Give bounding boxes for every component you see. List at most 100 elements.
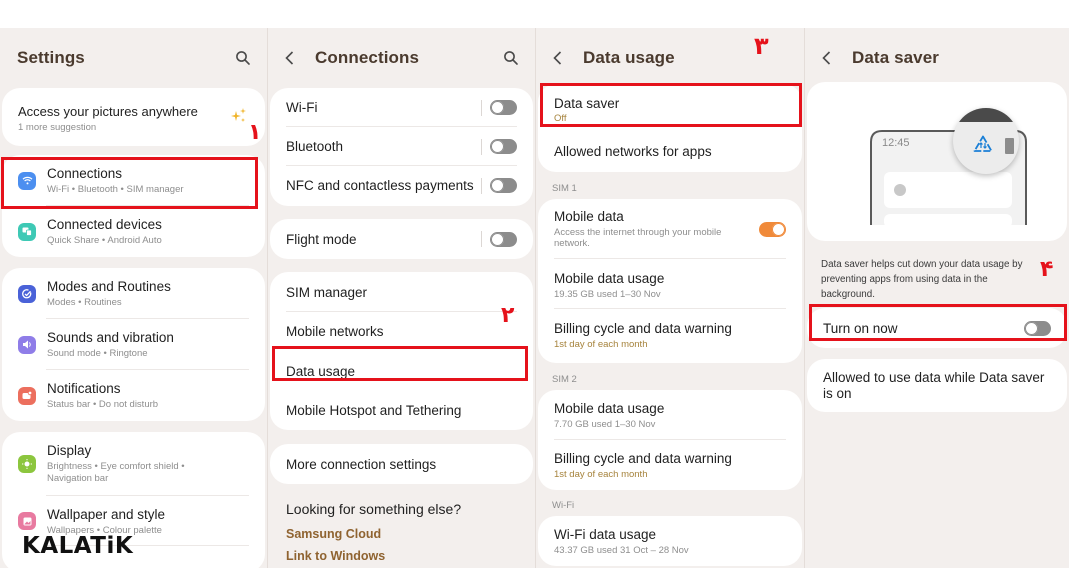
data-saver-illustration (870, 130, 1027, 228)
mobile-data-row[interactable]: Mobile data Access the internet through y… (538, 199, 802, 259)
item-label: Mobile data (554, 209, 624, 224)
sim2-card: Mobile data usage 7.70 GB used 1–30 Nov … (538, 390, 802, 490)
sim2-billing-row[interactable]: Billing cycle and data warning 1st day o… (538, 440, 802, 490)
item-subtitle: Access the internet through your mobile … (554, 227, 722, 249)
settings-item-connected-devices[interactable]: Connected devices Quick Share • Android A… (2, 206, 265, 257)
search-icon[interactable] (235, 50, 251, 66)
flight-mode-toggle[interactable] (490, 231, 517, 247)
data-saver-toggle[interactable] (1024, 320, 1051, 336)
allowed-card: Allowed to use data while Data saver is … (807, 359, 1067, 412)
nfc-toggle[interactable] (490, 178, 517, 193)
connections-header: Connections (268, 28, 535, 88)
item-label: Billing cycle and data warning (554, 451, 732, 466)
step-3-label: ٣ (754, 32, 769, 60)
item-label: Mobile data usage (554, 271, 665, 286)
item-label: Mobile data usage (554, 401, 665, 416)
hotspot-row[interactable]: Mobile Hotspot and Tethering (270, 391, 533, 430)
item-label: Notifications (47, 381, 121, 396)
item-subtitle: 1st day of each month (554, 469, 648, 480)
back-icon[interactable] (553, 51, 567, 65)
wifi-usage-row[interactable]: Wi-Fi data usage 43.37 GB used 31 Oct – … (538, 516, 802, 566)
data-saver-icon (973, 135, 993, 152)
turn-on-now-row[interactable]: Turn on now (807, 308, 1067, 348)
sound-icon (18, 335, 36, 354)
settings-item-connections[interactable]: Connections Wi-Fi • Bluetooth • SIM manag… (2, 155, 265, 206)
modes-icon (18, 284, 36, 303)
settings-item-display[interactable]: Display Brightness • Eye comfort shield •… (2, 432, 265, 496)
item-label: NFC and contactless payments (286, 178, 474, 193)
data-saver-header: Data saver (805, 28, 1069, 88)
item-label: Data usage (286, 363, 356, 379)
separator (481, 231, 482, 247)
back-icon[interactable] (285, 51, 299, 65)
wifi-row[interactable]: Wi-Fi (270, 88, 533, 127)
wifi-toggle[interactable] (490, 100, 517, 115)
allowed-networks-row[interactable]: Allowed networks for apps (538, 130, 802, 172)
sim1-card: Mobile data Access the internet through y… (538, 199, 802, 363)
item-label: Display (47, 443, 92, 458)
allowed-apps-row[interactable]: Allowed to use data while Data saver is … (807, 359, 1067, 412)
sim2-usage-row[interactable]: Mobile data usage 7.70 GB used 1–30 Nov (538, 390, 802, 440)
more-connection-settings-row[interactable]: More connection settings (270, 444, 533, 484)
nfc-row[interactable]: NFC and contactless payments (270, 166, 533, 205)
suggestion-title: Access your pictures anywhere (18, 104, 198, 119)
item-label: Billing cycle and data warning (554, 321, 732, 336)
mobile-networks-row[interactable]: Mobile networks (270, 312, 533, 351)
data-saver-screen: Data saver 12:45 Data saver helps cut do… (805, 28, 1069, 568)
sim1-billing-row[interactable]: Billing cycle and data warning 1st day o… (538, 309, 802, 363)
item-label: Wi-Fi (286, 100, 318, 115)
step-4-label: ۴ (1040, 257, 1054, 282)
item-label: More connection settings (286, 456, 437, 472)
data-saver-row[interactable]: Data saver Off (538, 84, 802, 130)
sim1-header: SIM 1 (552, 183, 577, 194)
samsung-cloud-link[interactable]: Samsung Cloud (286, 527, 517, 541)
item-label: Wi-Fi data usage (554, 527, 657, 542)
settings-item-modes[interactable]: Modes and Routines Modes • Routines (2, 268, 265, 319)
item-subtitle: 7.70 GB used 1–30 Nov (554, 419, 656, 430)
sim2-header: SIM 2 (552, 374, 577, 385)
separator (481, 177, 482, 194)
settings-item-notifications[interactable]: Notifications Status bar • Do not disturb (2, 370, 265, 421)
item-label: Turn on now (823, 320, 898, 336)
data-usage-screen: Data usage Data saver Off Allowed networ… (536, 28, 805, 568)
step-2-label: ٢ (501, 303, 515, 328)
looking-section: Looking for something else? Samsung Clou… (268, 484, 535, 563)
illustration-clock: 12:45 (882, 137, 910, 149)
notifications-icon (18, 386, 36, 405)
item-label: Modes and Routines (47, 279, 171, 294)
item-subtitle: Modes • Routines (47, 297, 122, 308)
item-label: Data saver (554, 96, 620, 111)
data-saver-description: Data saver helps cut down your data usag… (821, 259, 1023, 300)
item-label: Sounds and vibration (47, 330, 174, 345)
item-subtitle: Sound mode • Ringtone (47, 348, 148, 359)
display-icon (18, 455, 36, 473)
data-usage-row[interactable]: Data usage (270, 351, 533, 391)
item-subtitle: 43.37 GB used 31 Oct – 28 Nov (554, 545, 689, 556)
settings-header: Settings (0, 28, 267, 88)
connections-screen: Connections Wi-Fi Bluetooth NFC and cont… (268, 28, 536, 568)
watermark-logo: KALATiK (22, 533, 134, 559)
separator (481, 138, 482, 155)
back-icon[interactable] (822, 51, 836, 65)
item-label: Allowed to use data while Data saver is … (823, 369, 1045, 401)
bluetooth-row[interactable]: Bluetooth (270, 127, 533, 166)
suggestion-card[interactable]: Access your pictures anywhere 1 more sug… (2, 88, 265, 146)
settings-item-sounds[interactable]: Sounds and vibration Sound mode • Rington… (2, 319, 265, 370)
item-subtitle: Quick Share • Android Auto (47, 235, 162, 246)
link-to-windows-link[interactable]: Link to Windows (286, 549, 517, 563)
sim-manager-row[interactable]: SIM manager (270, 272, 533, 312)
item-subtitle: Wi-Fi • Bluetooth • SIM manager (47, 184, 184, 195)
item-label: SIM manager (286, 284, 368, 300)
mobile-data-toggle[interactable] (759, 221, 786, 237)
wifi-header: Wi-Fi (552, 500, 575, 511)
item-subtitle: 19.35 GB used 1–30 Nov (554, 289, 661, 300)
screens-stage: Settings Access your pictures anywhere 1… (0, 28, 1069, 568)
turn-on-card: Turn on now (807, 308, 1067, 348)
more-card: More connection settings (270, 444, 533, 484)
bluetooth-toggle[interactable] (490, 139, 517, 154)
flight-mode-row[interactable]: Flight mode (270, 219, 533, 259)
search-icon[interactable] (503, 50, 519, 66)
item-subtitle: 1st day of each month (554, 339, 648, 350)
sim1-usage-row[interactable]: Mobile data usage 19.35 GB used 1–30 Nov (538, 259, 802, 309)
suggestion-subtitle: 1 more suggestion (18, 122, 97, 133)
